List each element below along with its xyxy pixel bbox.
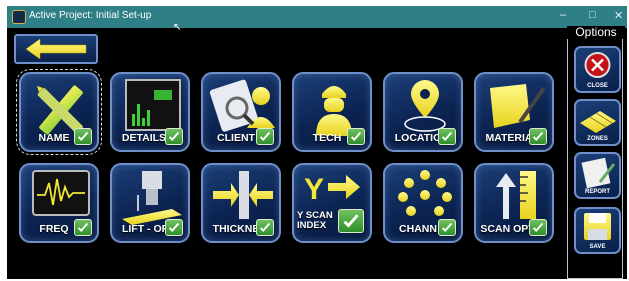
- tile-channels[interactable]: CHANN: [383, 163, 463, 243]
- tile-scan-options[interactable]: SCAN OPTI: [474, 163, 554, 243]
- checkmark-icon: [256, 219, 274, 236]
- tile-tech[interactable]: TECH: [292, 72, 372, 152]
- zones-label: ZONES: [587, 136, 608, 142]
- report-button[interactable]: REPORT: [574, 152, 621, 199]
- mouse-cursor-icon: ↖: [173, 22, 182, 33]
- save-label: SAVE: [589, 244, 606, 250]
- back-button[interactable]: [14, 34, 98, 64]
- checkmark-icon: [338, 209, 364, 233]
- checkmark-icon: [256, 128, 274, 145]
- zones-button[interactable]: ZONES: [574, 99, 621, 146]
- checkmark-icon: [438, 128, 456, 145]
- tile-freq[interactable]: FREQ: [19, 163, 99, 243]
- checkmark-icon: [529, 128, 547, 145]
- checkmark-icon: [74, 219, 92, 236]
- tile-name[interactable]: NAME: [16, 69, 102, 155]
- options-title: Options: [567, 26, 625, 39]
- checkmark-icon: [347, 128, 365, 145]
- tile-y-scan-index[interactable]: Y Y SCAN INDEX: [292, 163, 372, 243]
- tile-material[interactable]: MATERIA: [474, 72, 554, 152]
- arrow-left-icon: [25, 38, 87, 60]
- svg-text:Y: Y: [304, 173, 324, 206]
- save-button[interactable]: SAVE: [574, 207, 621, 254]
- window-title: Active Project: Initial Set-up: [29, 10, 152, 21]
- checkmark-icon: [165, 219, 183, 236]
- title-bar: Active Project: Initial Set-up – □ ✕: [7, 6, 627, 28]
- report-label: REPORT: [584, 189, 610, 195]
- tile-details[interactable]: DETAILS: [110, 72, 190, 152]
- tile-label-line2: INDEX: [297, 220, 327, 231]
- minimize-button[interactable]: –: [560, 9, 566, 21]
- close-window-button[interactable]: ✕: [614, 9, 623, 22]
- tile-location[interactable]: LOCATIO: [383, 72, 463, 152]
- app-window: Active Project: Initial Set-up – □ ✕ ↖ N…: [7, 6, 627, 279]
- tile-label: DETAILS: [121, 132, 167, 144]
- close-label: CLOSE: [587, 83, 608, 89]
- app-icon: [12, 10, 26, 24]
- checkmark-icon: [529, 219, 547, 236]
- checkmark-icon: [438, 219, 456, 236]
- close-button[interactable]: CLOSE: [574, 46, 621, 93]
- tile-thickness[interactable]: THICKNE: [201, 163, 281, 243]
- maximize-button[interactable]: □: [589, 9, 596, 21]
- tile-lift-off[interactable]: LIFT - OF: [110, 163, 190, 243]
- checkmark-icon: [74, 128, 92, 145]
- tile-client[interactable]: CLIENT: [201, 72, 281, 152]
- checkmark-icon: [165, 128, 183, 145]
